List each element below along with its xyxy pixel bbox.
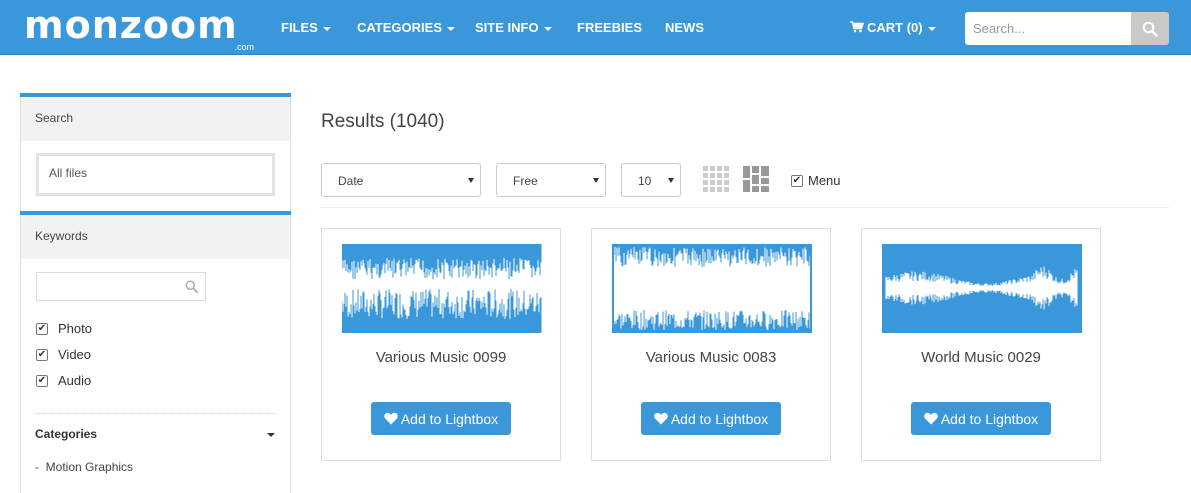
cart-label: CART (0) <box>867 20 923 35</box>
add-to-lightbox-label: Add to Lightbox <box>400 410 499 427</box>
add-to-lightbox-label: Add to Lightbox <box>940 410 1039 427</box>
nav-site-info-label: SITE INFO <box>475 20 539 35</box>
cart-icon <box>850 21 864 33</box>
logo-domain: .com <box>234 42 254 52</box>
nav-news[interactable]: NEWS <box>665 20 704 35</box>
sort-select[interactable]: Date <box>321 163 481 197</box>
categories-toggle[interactable]: Categories <box>35 427 275 441</box>
nav-freebies-label: FREEBIES <box>577 20 643 35</box>
chevron-down-icon <box>322 26 331 31</box>
media-type-label: Video <box>58 347 92 362</box>
add-to-lightbox-button[interactable]: Add to Lightbox <box>911 402 1051 435</box>
price-select-value: Free <box>513 174 538 188</box>
nav-categories-label: CATEGORIES <box>357 20 442 35</box>
nav-files-label: FILES <box>281 20 318 35</box>
chevron-down-icon <box>927 26 936 31</box>
checkbox-checked[interactable]: ✔ <box>36 348 48 361</box>
header-search-button[interactable] <box>1131 12 1169 45</box>
media-type-audio[interactable]: ✔ Audio <box>36 373 91 388</box>
price-select[interactable]: Free <box>496 163 606 197</box>
menu-toggle[interactable]: ✔ Menu <box>791 173 841 188</box>
checkbox-checked[interactable]: ✔ <box>791 174 803 187</box>
top-navbar: monzoom .com FILES CATEGORIES SITE INFO … <box>0 0 1191 55</box>
keywords-panel-heading: Keywords <box>21 215 290 259</box>
files-select[interactable]: All files <box>36 153 275 196</box>
per-page-select-value: 10 <box>638 174 652 188</box>
nav-freebies[interactable]: FREEBIES <box>577 20 642 35</box>
card-title[interactable]: Various Music 0099 <box>322 349 560 366</box>
caret-down-icon <box>267 433 275 437</box>
category-item[interactable]: - Motion Graphics <box>35 460 133 474</box>
masonry-view-icon[interactable] <box>743 166 769 192</box>
grid-view-icon[interactable] <box>703 166 729 192</box>
chevron-down-icon <box>543 26 552 31</box>
card-title[interactable]: World Music 0029 <box>862 349 1100 366</box>
heart-icon <box>654 412 668 425</box>
dash-bullet: - <box>35 460 46 474</box>
add-to-lightbox-label: Add to Lightbox <box>670 410 769 427</box>
media-type-label: Audio <box>58 373 92 388</box>
keywords-input[interactable] <box>36 272 206 301</box>
nav-news-label: NEWS <box>665 20 704 35</box>
keywords-heading: Keywords <box>35 229 88 243</box>
sidebar-divider <box>36 413 276 414</box>
header-search <box>965 12 1169 45</box>
media-type-video[interactable]: ✔ Video <box>36 347 91 362</box>
results-title: Results (1040) <box>321 111 445 132</box>
filter-sidebar: Search All files Keywords ✔ Photo ✔ Vide… <box>20 93 291 493</box>
nav-files[interactable]: FILES <box>281 20 331 35</box>
audio-waveform-thumbnail[interactable] <box>612 244 812 333</box>
audio-waveform-thumbnail[interactable] <box>342 244 542 333</box>
heart-icon <box>924 412 938 425</box>
result-card[interactable]: Various Music 0083 Add to Lightbox <box>591 228 831 461</box>
checkbox-checked[interactable]: ✔ <box>36 374 48 387</box>
nav-categories[interactable]: CATEGORIES <box>357 20 455 35</box>
header-search-input[interactable] <box>965 12 1131 45</box>
select-arrow-icon <box>468 178 474 183</box>
logo-text: monzoom <box>24 3 238 47</box>
search-icon <box>185 280 198 293</box>
menu-label: Menu <box>808 173 841 188</box>
media-type-photo[interactable]: ✔ Photo <box>36 321 92 336</box>
heart-icon <box>384 412 398 425</box>
category-label: Motion Graphics <box>45 460 134 474</box>
nav-site-info[interactable]: SITE INFO <box>475 20 552 35</box>
audio-waveform-thumbnail[interactable] <box>882 244 1082 333</box>
select-arrow-icon <box>593 178 599 183</box>
categories-heading: Categories <box>35 427 98 441</box>
add-to-lightbox-button[interactable]: Add to Lightbox <box>371 402 511 435</box>
search-icon <box>1142 21 1158 37</box>
cart-menu[interactable]: CART (0) <box>850 20 936 35</box>
card-title[interactable]: Various Music 0083 <box>592 349 830 366</box>
chevron-down-icon <box>447 26 455 31</box>
site-logo[interactable]: monzoom .com <box>24 3 256 52</box>
result-card[interactable]: World Music 0029 Add to Lightbox <box>861 228 1101 461</box>
sort-select-value: Date <box>338 174 364 188</box>
media-type-label: Photo <box>58 321 92 336</box>
search-heading: Search <box>35 111 74 125</box>
checkbox-checked[interactable]: ✔ <box>36 322 48 335</box>
files-select-value: All files <box>49 166 88 180</box>
select-arrow-icon <box>668 178 674 183</box>
search-panel-heading: Search <box>21 97 290 141</box>
add-to-lightbox-button[interactable]: Add to Lightbox <box>641 402 781 435</box>
result-card[interactable]: Various Music 0099 Add to Lightbox <box>321 228 561 461</box>
per-page-select[interactable]: 10 <box>621 163 681 197</box>
results-divider <box>321 207 1169 208</box>
